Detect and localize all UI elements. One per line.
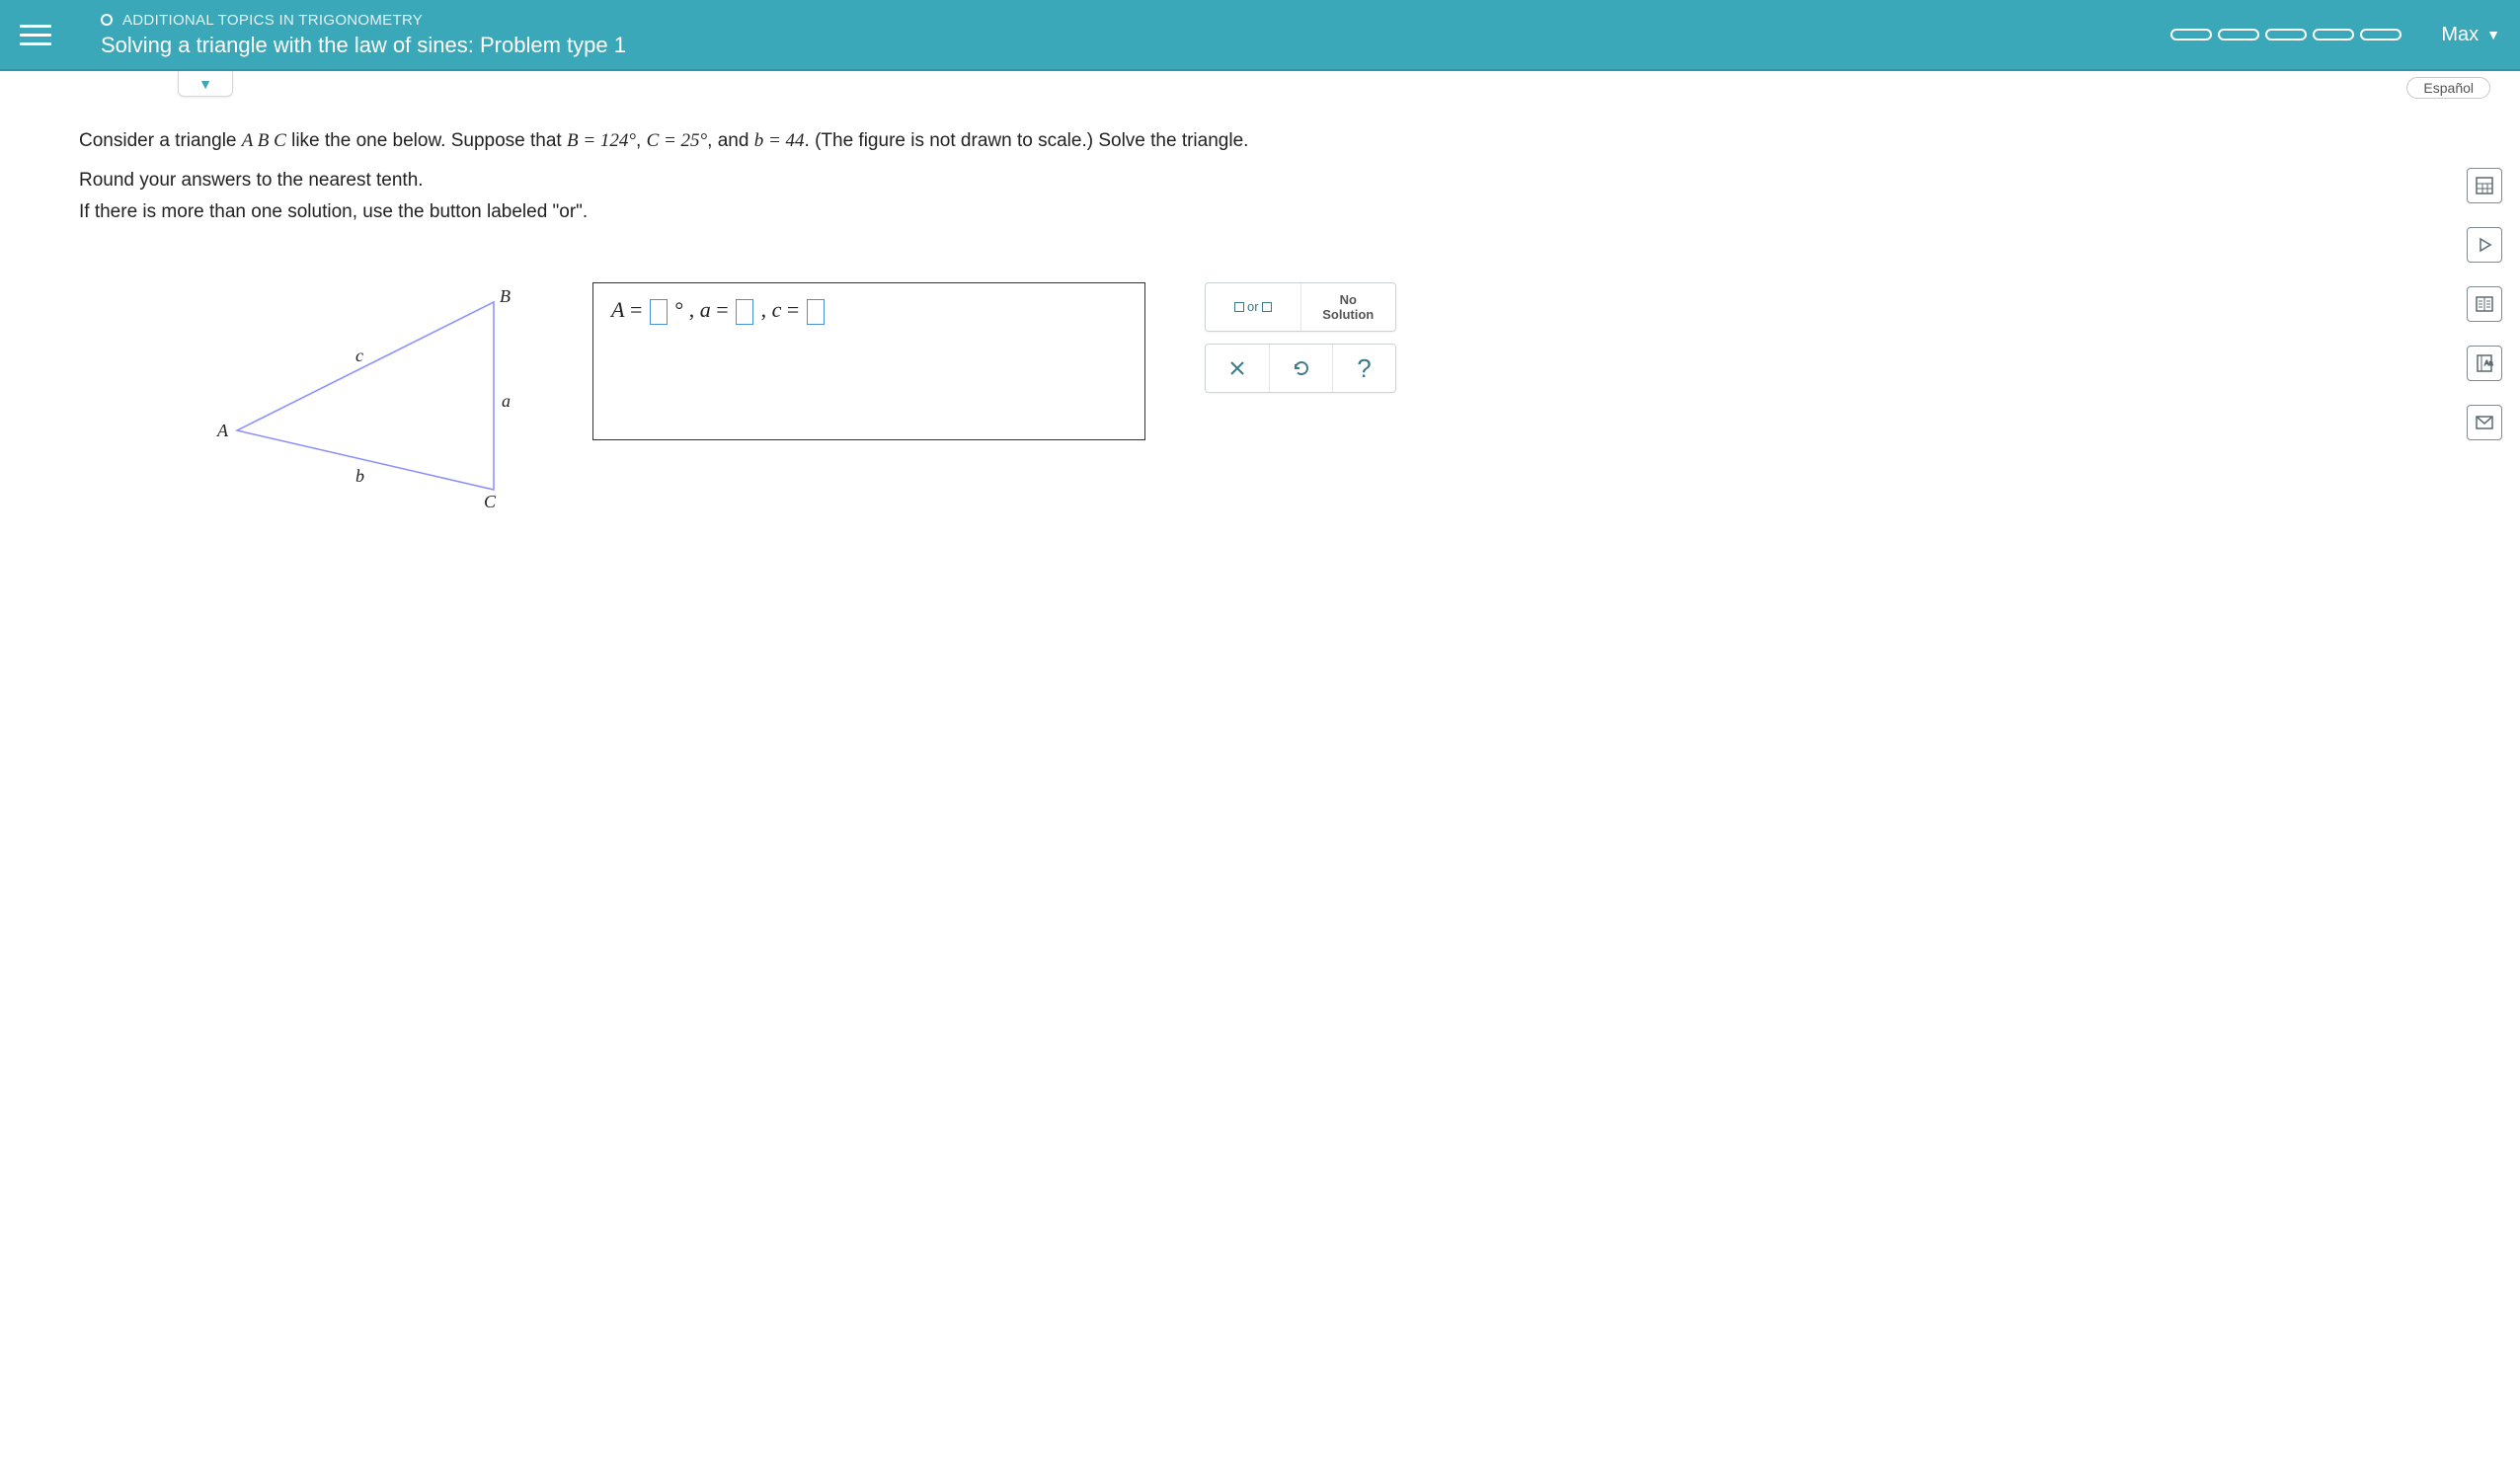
user-name: Max (2441, 24, 2479, 46)
question-part: Consider a triangle (79, 130, 242, 151)
page-title: Solving a triangle with the law of sines… (101, 33, 2170, 58)
vertex-A-label: A (217, 421, 228, 441)
question-part: , and (707, 130, 754, 151)
side-c-label: c (355, 346, 363, 366)
side-a-label: a (502, 391, 511, 412)
equals-sign: = (787, 297, 805, 322)
message-button[interactable] (2467, 405, 2502, 440)
square-icon (1262, 302, 1272, 312)
video-button[interactable] (2467, 227, 2502, 263)
instruction-line-1: Round your answers to the nearest tenth. (79, 170, 2441, 192)
dictionary-icon: Aa (2475, 353, 2494, 373)
section-dropdown-tab[interactable]: ▼ (178, 71, 233, 97)
mail-icon (2475, 413, 2494, 432)
chevron-down-icon: ▼ (2486, 27, 2500, 42)
help-button[interactable]: ? (1332, 345, 1395, 392)
answer-a-label: a (700, 297, 711, 322)
instruction-line-2: If there is more than one solution, use … (79, 201, 2441, 223)
textbook-button[interactable] (2467, 286, 2502, 322)
input-c[interactable] (807, 299, 825, 325)
breadcrumb-circle-icon (101, 14, 113, 26)
question-b-value: b = 44 (754, 130, 805, 151)
no-solution-button[interactable]: No Solution (1300, 283, 1396, 331)
breadcrumb: ADDITIONAL TOPICS IN TRIGONOMETRY (101, 12, 2170, 29)
answer-A-label: A (611, 297, 624, 322)
tool-row-1: or No Solution (1205, 282, 1396, 332)
question-C-value: C = 25° (647, 130, 708, 151)
sub-bar: ▼ Español (0, 71, 2520, 101)
triangle-svg (217, 282, 533, 509)
or-label: or (1247, 300, 1259, 314)
calculator-button[interactable] (2467, 168, 2502, 203)
progress-segment (2313, 29, 2354, 40)
glossary-button[interactable]: Aa (2467, 346, 2502, 381)
question-B-value: B = 124° (567, 130, 636, 151)
question-text: Consider a triangle A B C like the one b… (79, 130, 2441, 152)
progress-segment (2360, 29, 2402, 40)
play-icon (2476, 236, 2493, 254)
app-header: ADDITIONAL TOPICS IN TRIGONOMETRY Solvin… (0, 0, 2520, 69)
answer-c-label: c (772, 297, 782, 322)
x-icon (1227, 358, 1247, 378)
no-solution-label-2: Solution (1322, 307, 1374, 322)
equals-sign: = (716, 297, 734, 322)
menu-button[interactable] (20, 19, 51, 50)
header-titles: ADDITIONAL TOPICS IN TRIGONOMETRY Solvin… (101, 12, 2170, 58)
book-icon (2475, 294, 2494, 314)
question-part: , (636, 130, 647, 151)
calculator-icon (2475, 176, 2494, 195)
degree-sign: ° (674, 297, 683, 322)
clear-button[interactable] (1206, 345, 1269, 392)
answer-tools: or No Solution ? (1205, 282, 1396, 393)
progress-segment (2218, 29, 2259, 40)
vertex-C-label: C (484, 492, 496, 512)
question-triangle-name: A B C (242, 130, 286, 151)
question-part: . (The figure is not drawn to scale.) So… (805, 130, 1249, 151)
right-rail: Aa (2467, 168, 2502, 440)
progress-segment (2170, 29, 2212, 40)
breadcrumb-text: ADDITIONAL TOPICS IN TRIGONOMETRY (122, 12, 423, 29)
question-part: like the one below. Suppose that (286, 130, 567, 151)
comma: , (761, 297, 772, 322)
user-menu[interactable]: Max ▼ (2441, 24, 2500, 46)
tool-row-2: ? (1205, 344, 1396, 393)
no-solution-label-1: No (1340, 292, 1357, 307)
undo-icon (1291, 357, 1312, 379)
work-area: A B C a b c A = ° , a = , c = or (79, 282, 2441, 509)
input-a[interactable] (736, 299, 753, 325)
answer-box: A = ° , a = , c = (592, 282, 1145, 440)
language-button[interactable]: Español (2406, 77, 2490, 99)
triangle-figure: A B C a b c (217, 282, 533, 509)
progress-indicator (2170, 29, 2402, 40)
content-area: Consider a triangle A B C like the one b… (0, 101, 2520, 549)
square-icon (1234, 302, 1244, 312)
vertex-B-label: B (500, 286, 511, 307)
side-b-label: b (355, 466, 364, 487)
or-button[interactable]: or (1206, 283, 1300, 331)
undo-button[interactable] (1269, 345, 1332, 392)
progress-segment (2265, 29, 2307, 40)
svg-text:Aa: Aa (2484, 360, 2493, 367)
comma: , (689, 297, 700, 322)
equals-sign: = (630, 297, 648, 322)
input-A[interactable] (650, 299, 668, 325)
